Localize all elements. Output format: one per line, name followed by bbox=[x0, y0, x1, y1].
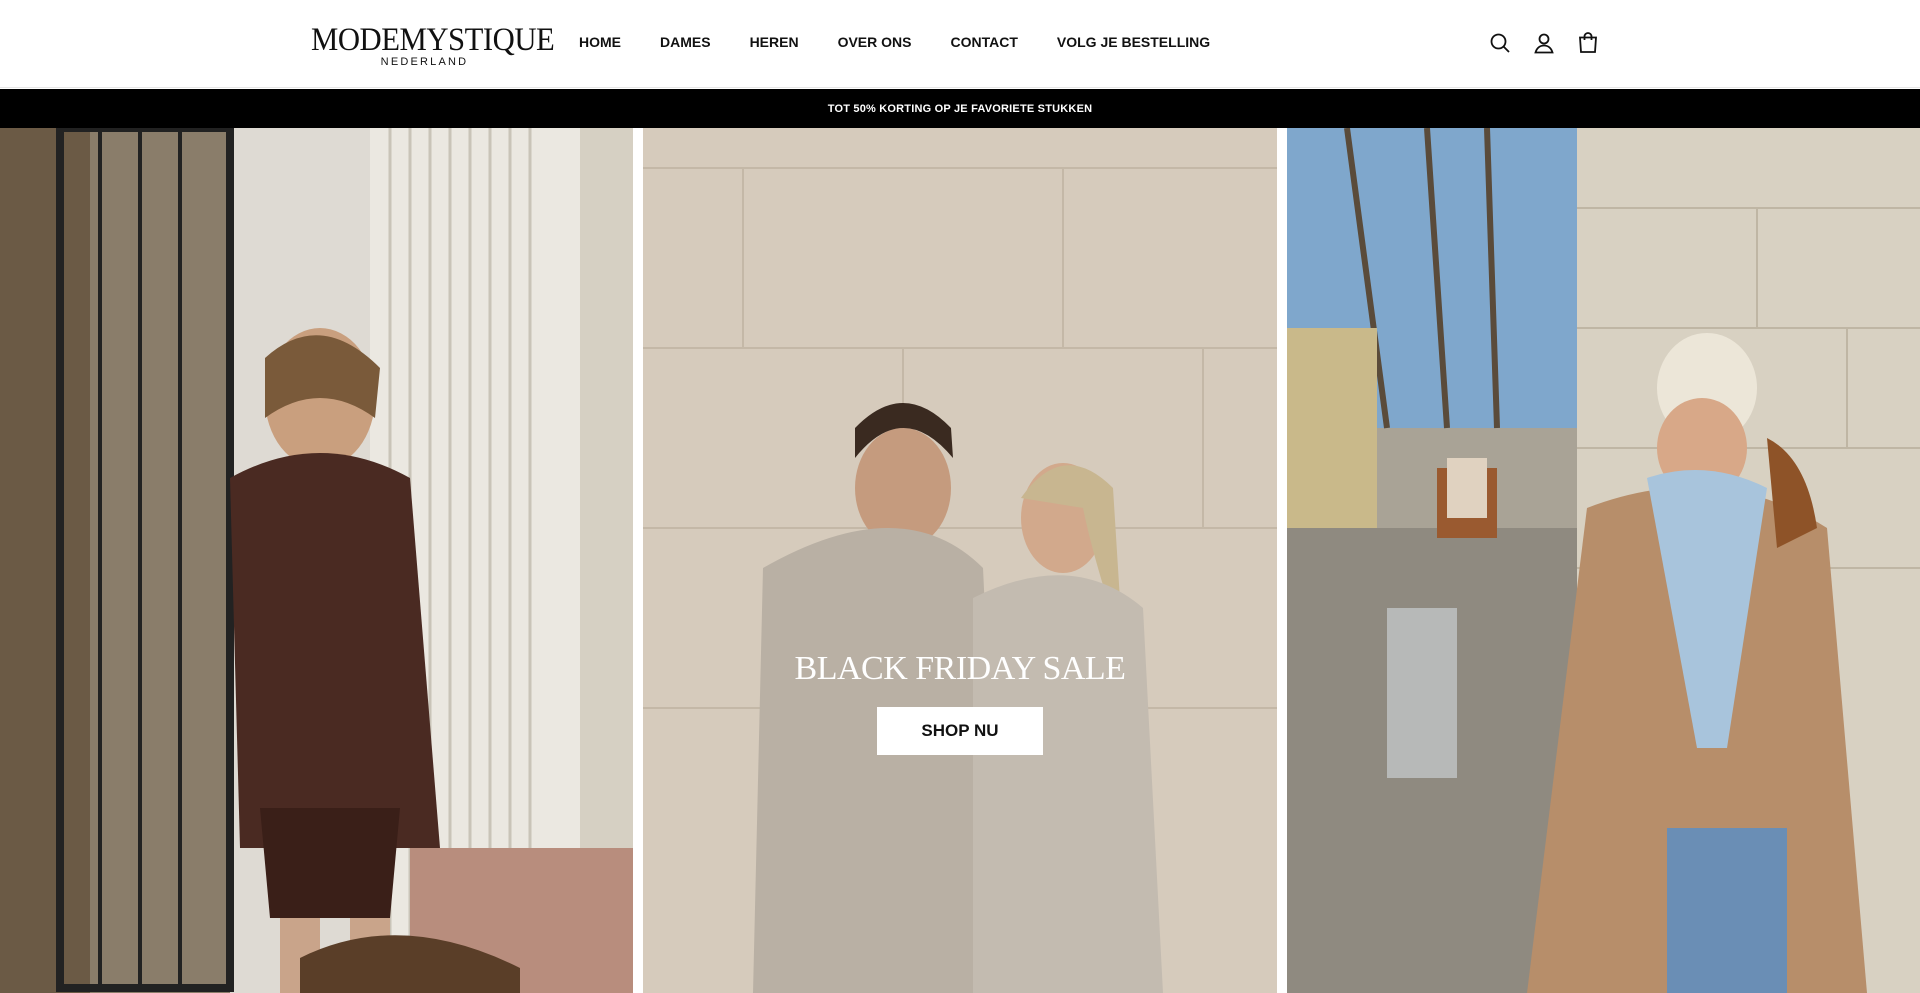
cart-icon[interactable] bbox=[1576, 30, 1600, 56]
hero-image-center: BLACK FRIDAY SALE SHOP NU bbox=[643, 128, 1277, 993]
hero-image-right[interactable] bbox=[1287, 128, 1920, 993]
hero-photo-right bbox=[1287, 128, 1920, 993]
hero-title: BLACK FRIDAY SALE bbox=[794, 650, 1126, 687]
logo-wordmark: MODEMYSTIQUE bbox=[311, 22, 555, 58]
main-nav: HOME DAMES HEREN OVER ONS CONTACT VOLG J… bbox=[579, 33, 1249, 51]
shop-now-button[interactable]: SHOP NU bbox=[877, 707, 1043, 755]
nav-contact[interactable]: CONTACT bbox=[950, 33, 1017, 51]
hero-photo-center bbox=[643, 128, 1277, 993]
announcement-bar: TOT 50% KORTING OP JE FAVORIETE STUKKEN bbox=[0, 89, 1920, 128]
search-icon[interactable] bbox=[1488, 30, 1512, 56]
logo[interactable]: MODEMYSTIQUE NEDERLAND bbox=[311, 22, 555, 69]
nav-volg-je-bestelling[interactable]: VOLG JE BESTELLING bbox=[1057, 33, 1210, 51]
header-icons bbox=[1488, 30, 1600, 56]
nav-over-ons[interactable]: OVER ONS bbox=[838, 33, 912, 51]
nav-heren[interactable]: HEREN bbox=[750, 33, 799, 51]
account-icon[interactable] bbox=[1532, 30, 1556, 56]
announcement-text: TOT 50% KORTING OP JE FAVORIETE STUKKEN bbox=[827, 102, 1093, 115]
nav-home[interactable]: HOME bbox=[579, 33, 621, 51]
site-header: MODEMYSTIQUE NEDERLAND HOME DAMES HEREN … bbox=[0, 0, 1920, 88]
hero-photo-left bbox=[0, 128, 633, 993]
nav-dames[interactable]: DAMES bbox=[660, 33, 711, 51]
hero-image-left[interactable] bbox=[0, 128, 633, 993]
